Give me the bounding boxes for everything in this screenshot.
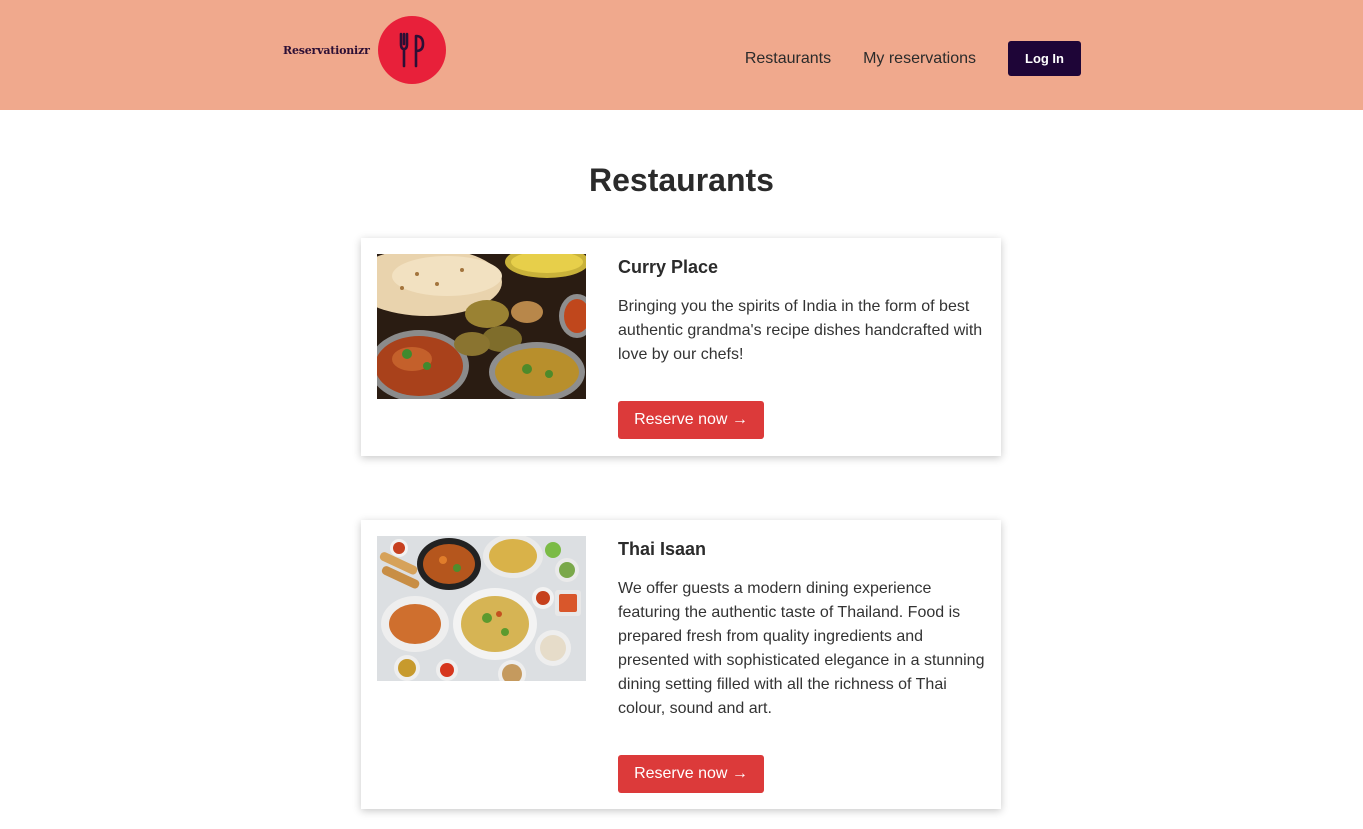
thai-food-image xyxy=(377,536,586,681)
card-body: Thai Isaan We offer guests a modern dini… xyxy=(618,536,990,721)
reserve-now-button[interactable]: Reserve now → xyxy=(618,401,764,439)
fork-knife-icon xyxy=(377,16,446,84)
page-title: Restaurants xyxy=(589,162,774,198)
restaurant-name: Thai Isaan xyxy=(618,539,707,559)
logo-link[interactable]: Reservationizr xyxy=(283,16,446,84)
restaurant-description: Bringing you the spirits of India in the… xyxy=(618,298,983,363)
restaurant-card: Curry Place Bringing you the spirits of … xyxy=(361,238,1001,456)
nav-restaurants-link[interactable]: Restaurants xyxy=(745,42,831,76)
login-button[interactable]: Log In xyxy=(1008,41,1081,76)
restaurant-name: Curry Place xyxy=(618,257,719,277)
site-header: Reservationizr Restaurants My reservatio… xyxy=(0,0,1363,110)
thai-food-photo xyxy=(377,536,586,681)
reserve-now-button[interactable]: Reserve now → xyxy=(618,755,764,793)
indian-food-photo xyxy=(377,254,586,399)
main-nav: Restaurants My reservations Log In xyxy=(745,41,1081,76)
restaurant-description: We offer guests a modern dining experien… xyxy=(618,580,985,717)
logo-text: Reservationizr xyxy=(283,43,370,57)
nav-my-reservations-link[interactable]: My reservations xyxy=(863,42,976,76)
indian-food-image xyxy=(377,254,586,399)
restaurant-card: Thai Isaan We offer guests a modern dini… xyxy=(361,520,1001,809)
fork-knife-svg xyxy=(399,32,424,68)
card-body: Curry Place Bringing you the spirits of … xyxy=(618,254,990,367)
